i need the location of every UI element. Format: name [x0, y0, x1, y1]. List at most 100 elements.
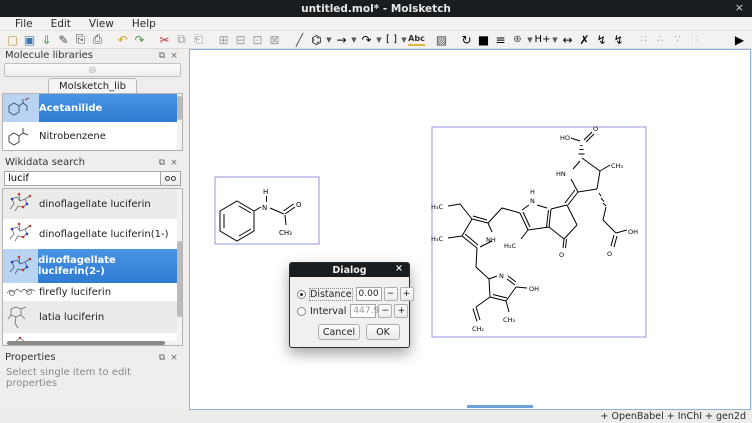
lone-pair-h-icon[interactable]: ∷ [635, 32, 652, 48]
interval-plus-button[interactable]: + [394, 304, 408, 318]
distance-plus-button[interactable]: + [400, 287, 414, 301]
result-dinoflagellate-luciferin[interactable]: dinoflagellate luciferin [3, 189, 182, 219]
rotate-tool-icon[interactable]: ↻ [458, 32, 475, 48]
cancel-button[interactable]: Cancel [318, 324, 360, 340]
library-item-nitrobenzene[interactable]: Nitrobenzene [3, 122, 182, 150]
move-tool-icon[interactable]: ↔ [559, 32, 576, 48]
wikidata-vscrollbar[interactable] [177, 189, 182, 345]
menu-help[interactable]: Help [123, 18, 165, 30]
distance-minus-button[interactable]: − [384, 287, 398, 301]
export-icon[interactable]: ⎘ [72, 32, 89, 48]
window-close-icon[interactable]: × [735, 1, 744, 14]
zoom-in-icon[interactable]: ⊞ [215, 32, 232, 48]
library-refresh-button[interactable]: ⊛ [4, 63, 181, 77]
tab-molsketch-lib[interactable]: Molsketch_lib [48, 78, 137, 93]
wikidata-float-icon[interactable]: ⧉ [156, 158, 168, 168]
library-close-icon[interactable]: × [168, 51, 180, 61]
library-item-acetanilide[interactable]: Acetanilide [3, 94, 182, 122]
molecule-luciferin[interactable]: HN HO O CH₃ OH O H N H₃C O H₃C H₃C NH N … [431, 125, 646, 337]
lone-pair-disabled-icon[interactable]: ∷ [686, 32, 703, 48]
status-bar: + OpenBabel + InChI + gen2d [0, 410, 752, 423]
interval-radio[interactable] [297, 307, 306, 316]
result-label: dinoflagellate luciferin [39, 199, 151, 210]
canvas-hscrollbar-thumb[interactable] [467, 405, 533, 408]
save-as-icon[interactable]: ✎ [55, 32, 72, 48]
molecule-acetanilide[interactable]: N H O CH₃ [215, 177, 319, 244]
cut-icon[interactable]: ✂ [156, 32, 173, 48]
library-float-icon[interactable]: ⧉ [156, 51, 168, 61]
new-document-icon[interactable]: ▢ [4, 32, 21, 48]
wikidata-search-panel: Wikidata search ⧉ × dinoflagellate lucif… [2, 156, 183, 349]
wikidata-search-input[interactable] [4, 171, 161, 186]
result-dinoflagellate-luciferin-1[interactable]: dinoflagellate luciferin(1-) [3, 219, 182, 249]
distance-value[interactable]: 0.00 [356, 287, 382, 301]
zoom-original-icon[interactable]: ⊡ [249, 32, 266, 48]
dialog-close-icon[interactable]: × [395, 263, 403, 274]
properties-close-icon[interactable]: × [168, 353, 180, 363]
electron-flow-alt-icon[interactable]: ↯ [610, 32, 627, 48]
menu-file[interactable]: File [6, 18, 42, 30]
atom-label-ch3-bottom: CH₃ [503, 316, 515, 324]
atom-label-h3c-left: H₃C [431, 235, 443, 243]
open-folder-icon[interactable]: ▣ [21, 32, 38, 48]
hatch-tool-icon[interactable]: ▨ [433, 32, 450, 48]
save-icon[interactable]: ⇓ [38, 32, 55, 48]
lone-pair-d-icon[interactable]: ∵ [669, 32, 686, 48]
hydrogen-tool-dropdown-icon[interactable]: ▼ [551, 36, 559, 44]
result-latia-luciferin[interactable]: latia luciferin [3, 301, 182, 333]
toolbar-overflow-icon[interactable]: ▶ [731, 32, 748, 48]
molecule-thumbnail [3, 125, 39, 147]
wikidata-hscrollbar[interactable] [3, 341, 182, 345]
library-scrollbar[interactable] [177, 94, 182, 150]
interval-value[interactable]: 447.90 [350, 304, 376, 318]
atom-label-oh-bottom: OH [529, 285, 539, 293]
text-tool-icon[interactable]: Abc [408, 33, 425, 46]
dialog-title-bar[interactable]: Dialog × [290, 263, 409, 277]
color-swatch-icon[interactable]: ■ [475, 32, 492, 48]
undo-icon[interactable]: ↶ [114, 32, 131, 48]
library-item-label: Nitrobenzene [39, 131, 106, 142]
menu-view[interactable]: View [80, 18, 123, 30]
canvas-drawing: N H O CH₃ [190, 50, 750, 409]
copy-icon[interactable]: ⧉ [173, 32, 190, 48]
result-dinoflagellate-luciferin-2[interactable]: dinoflagellate luciferin(2-) [3, 249, 182, 283]
title-bar[interactable]: untitled.mol* - Molsketch × [0, 0, 752, 17]
redo-icon[interactable]: ↷ [131, 32, 148, 48]
mechanism-arrow-dropdown-icon[interactable]: ▼ [375, 36, 383, 44]
zoom-out-icon[interactable]: ⊟ [232, 32, 249, 48]
drawing-canvas[interactable]: N H O CH₃ [189, 49, 751, 410]
hydrogen-tool-icon[interactable]: H+ [534, 32, 551, 48]
properties-float-icon[interactable]: ⧉ [156, 353, 168, 363]
distance-label[interactable]: Distance [310, 289, 352, 300]
draw-tool-icon[interactable]: ╱ [291, 32, 308, 48]
print-icon[interactable]: ⎙ [89, 32, 106, 48]
wikidata-close-icon[interactable]: × [168, 158, 180, 168]
ring-tool-dropdown-icon[interactable]: ▼ [325, 36, 333, 44]
charge-tool-icon[interactable]: ⊕ [509, 32, 526, 48]
ok-button[interactable]: OK [366, 324, 400, 340]
search-binoculars-icon[interactable] [161, 171, 181, 186]
bracket-tool-icon[interactable]: [ ] [383, 32, 400, 48]
reaction-arrow-icon[interactable]: → [333, 32, 350, 48]
distance-radio[interactable] [297, 290, 306, 299]
dialog-window[interactable]: Dialog × Distance 0.00 − + Interval 447.… [289, 262, 410, 348]
interval-label[interactable]: Interval [310, 306, 346, 317]
interval-minus-button[interactable]: − [378, 304, 392, 318]
electron-flow-icon[interactable]: ↯ [593, 32, 610, 48]
canvas-hscrollbar[interactable] [190, 405, 750, 409]
molecule-libraries-title: Molecule libraries [5, 50, 156, 61]
bracket-tool-dropdown-icon[interactable]: ▼ [400, 36, 408, 44]
mechanism-arrow-icon[interactable]: ↷ [358, 32, 375, 48]
result-firefly-luciferin[interactable]: firefly luciferin [3, 283, 182, 301]
reaction-arrow-dropdown-icon[interactable]: ▼ [350, 36, 358, 44]
zoom-fit-icon[interactable]: ⊠ [266, 32, 283, 48]
paste-icon[interactable]: ⎗ [190, 32, 207, 48]
delete-tool-icon[interactable]: ✗ [576, 32, 593, 48]
charge-tool-dropdown-icon[interactable]: ▼ [526, 36, 534, 44]
atom-label-o-top: O [593, 125, 598, 133]
lone-pair-v-icon[interactable]: ∴ [652, 32, 669, 48]
ring-tool-icon[interactable]: ⌬ [308, 32, 325, 48]
menu-edit[interactable]: Edit [42, 18, 80, 30]
atom-label-o-ketone: O [559, 251, 564, 259]
line-width-icon[interactable]: ≡ [492, 32, 509, 48]
